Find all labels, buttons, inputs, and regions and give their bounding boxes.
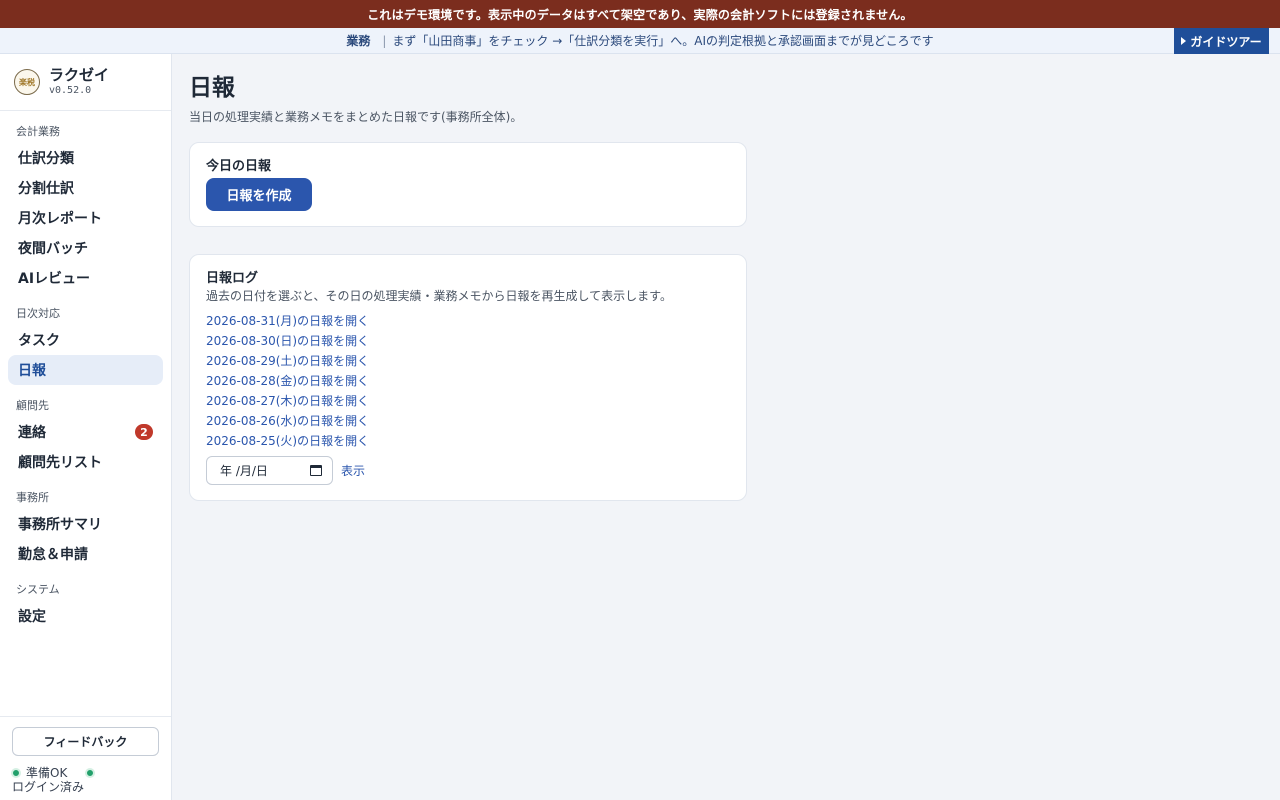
guide-tag: 業務 [346,34,371,48]
report-log-link[interactable]: 2026-08-26(水)の日報を開く [206,411,730,431]
brand-logo-icon: 楽税 [14,69,40,95]
sidebar-footer: フィードバック 準備OK ログイン済み [0,716,171,800]
date-input[interactable]: 年 /月/日 [206,456,333,485]
sidebar-item-daily-report[interactable]: 日報 [8,355,163,385]
report-log-link[interactable]: 2026-08-29(土)の日報を開く [206,351,730,371]
sidebar-item-tasks[interactable]: タスク [8,325,163,355]
status-login-icon [85,767,96,778]
report-log-list: 2026-08-31(月)の日報を開く 2026-08-30(日)の日報を開く … [206,311,730,451]
guide-separator: | [382,33,387,48]
feedback-button[interactable]: フィードバック [12,727,159,756]
brand-version: v0.52.0 [49,84,92,96]
sidebar-item-ai-review[interactable]: AIレビュー [8,263,163,293]
report-log-link[interactable]: 2026-08-27(木)の日報を開く [206,391,730,411]
nav-section-clients: 顧問先 [16,399,49,412]
today-report-card: 今日の日報 日報を作成 [189,142,747,227]
sidebar-item-nightly-batch[interactable]: 夜間バッチ [8,233,163,263]
nav-section-system: システム [16,583,60,596]
sidebar-item-settings[interactable]: 設定 [8,601,163,631]
sidebar-item-client-list[interactable]: 顧問先リスト [8,447,163,477]
main-content: 日報 当日の処理実績と業務メモをまとめた日報です(事務所全体)。 今日の日報 日… [189,54,1269,501]
brand-name: ラクゼイ [49,65,110,84]
date-input-placeholder: 年 /月/日 [220,464,268,478]
today-report-title: 今日の日報 [206,159,272,174]
page-description: 当日の処理実績と業務メモをまとめた日報です(事務所全体)。 [189,110,523,124]
page-title: 日報 [189,75,235,101]
sidebar-item-messages-label: 連絡 [18,425,46,441]
report-log-link[interactable]: 2026-08-25(火)の日報を開く [206,431,730,451]
date-picker-row: 年 /月/日 表示 [206,456,730,485]
sidebar-item-split-journal[interactable]: 分割仕訳 [8,173,163,203]
brand: 楽税 ラクゼイ v0.52.0 [0,54,171,111]
demo-banner: これはデモ環境です。表示中のデータはすべて架空であり、実際の会計ソフトには登録さ… [0,0,1280,28]
sidebar-item-messages[interactable]: 連絡 2 [8,417,163,447]
status-ready-icon [11,767,21,778]
sidebar-item-monthly-report[interactable]: 月次レポート [8,203,163,233]
report-log-link[interactable]: 2026-08-30(日)の日報を開く [206,331,730,351]
nav-section-accounting: 会計業務 [16,125,60,138]
sidebar-item-journal-classification[interactable]: 仕訳分類 [8,143,163,173]
sidebar: 楽税 ラクゼイ v0.52.0 会計業務 仕訳分類 分割仕訳 月次レポート 夜間… [0,54,172,800]
nav-section-office: 事務所 [16,491,49,504]
sidebar-item-attendance[interactable]: 勤怠＆申請 [8,539,163,569]
guide-bar: 業務 | まず「山田商事」をチェック →「仕訳分類を実行」へ。AIの判定根拠と承… [0,28,1280,54]
unread-badge: 2 [135,424,153,440]
play-icon [1181,37,1187,45]
nav-section-daily: 日次対応 [16,307,60,320]
report-log-card: 日報ログ 過去の日付を選ぶと、その日の処理実績・業務メモから日報を再生成して表示… [189,254,747,501]
sidebar-nav: 会計業務 仕訳分類 分割仕訳 月次レポート 夜間バッチ AIレビュー 日次対応 … [0,123,171,631]
report-log-link[interactable]: 2026-08-31(月)の日報を開く [206,311,730,331]
guide-text: まず「山田商事」をチェック →「仕訳分類を実行」へ。AIの判定根拠と承認画面まで… [392,34,934,48]
report-log-subtitle: 過去の日付を選ぶと、その日の処理実績・業務メモから日報を再生成して表示します。 [206,289,672,303]
report-log-link[interactable]: 2026-08-28(金)の日報を開く [206,371,730,391]
sidebar-item-office-summary[interactable]: 事務所サマリ [8,509,163,539]
guide-tour-label: ガイドツアー [1190,34,1262,49]
calendar-icon[interactable] [310,465,322,476]
guide-tour-button[interactable]: ガイドツアー [1174,28,1269,54]
report-log-title: 日報ログ [206,271,259,286]
show-report-button[interactable]: 表示 [341,462,365,479]
create-report-button[interactable]: 日報を作成 [206,178,312,211]
status-login-label: ログイン済み [12,780,85,794]
